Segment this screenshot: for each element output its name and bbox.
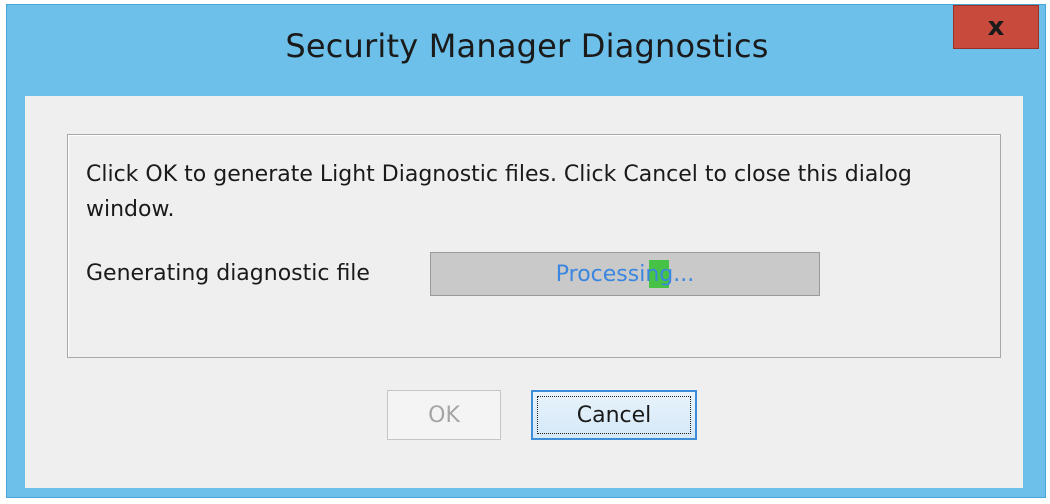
cancel-button-label: Cancel	[576, 402, 652, 428]
ok-button-label: OK	[428, 402, 460, 428]
ok-button[interactable]: OK	[387, 390, 501, 440]
close-button[interactable]: x	[953, 5, 1039, 49]
close-icon: x	[987, 12, 1005, 42]
dialog-body: Click OK to generate Light Diagnostic fi…	[25, 96, 1023, 488]
title-bar[interactable]: Security Manager Diagnostics x	[7, 5, 1045, 95]
progress-status-text: Processing...	[555, 261, 695, 287]
dialog-window: Security Manager Diagnostics x Click OK …	[6, 4, 1046, 498]
cancel-button[interactable]: Cancel	[531, 390, 697, 440]
window-title: Security Manager Diagnostics	[285, 27, 769, 65]
progress-bar: Processing...	[430, 252, 820, 296]
instruction-text: Click OK to generate Light Diagnostic fi…	[86, 162, 912, 222]
content-group: Click OK to generate Light Diagnostic fi…	[67, 134, 1001, 358]
progress-label: Generating diagnostic file	[86, 261, 370, 286]
